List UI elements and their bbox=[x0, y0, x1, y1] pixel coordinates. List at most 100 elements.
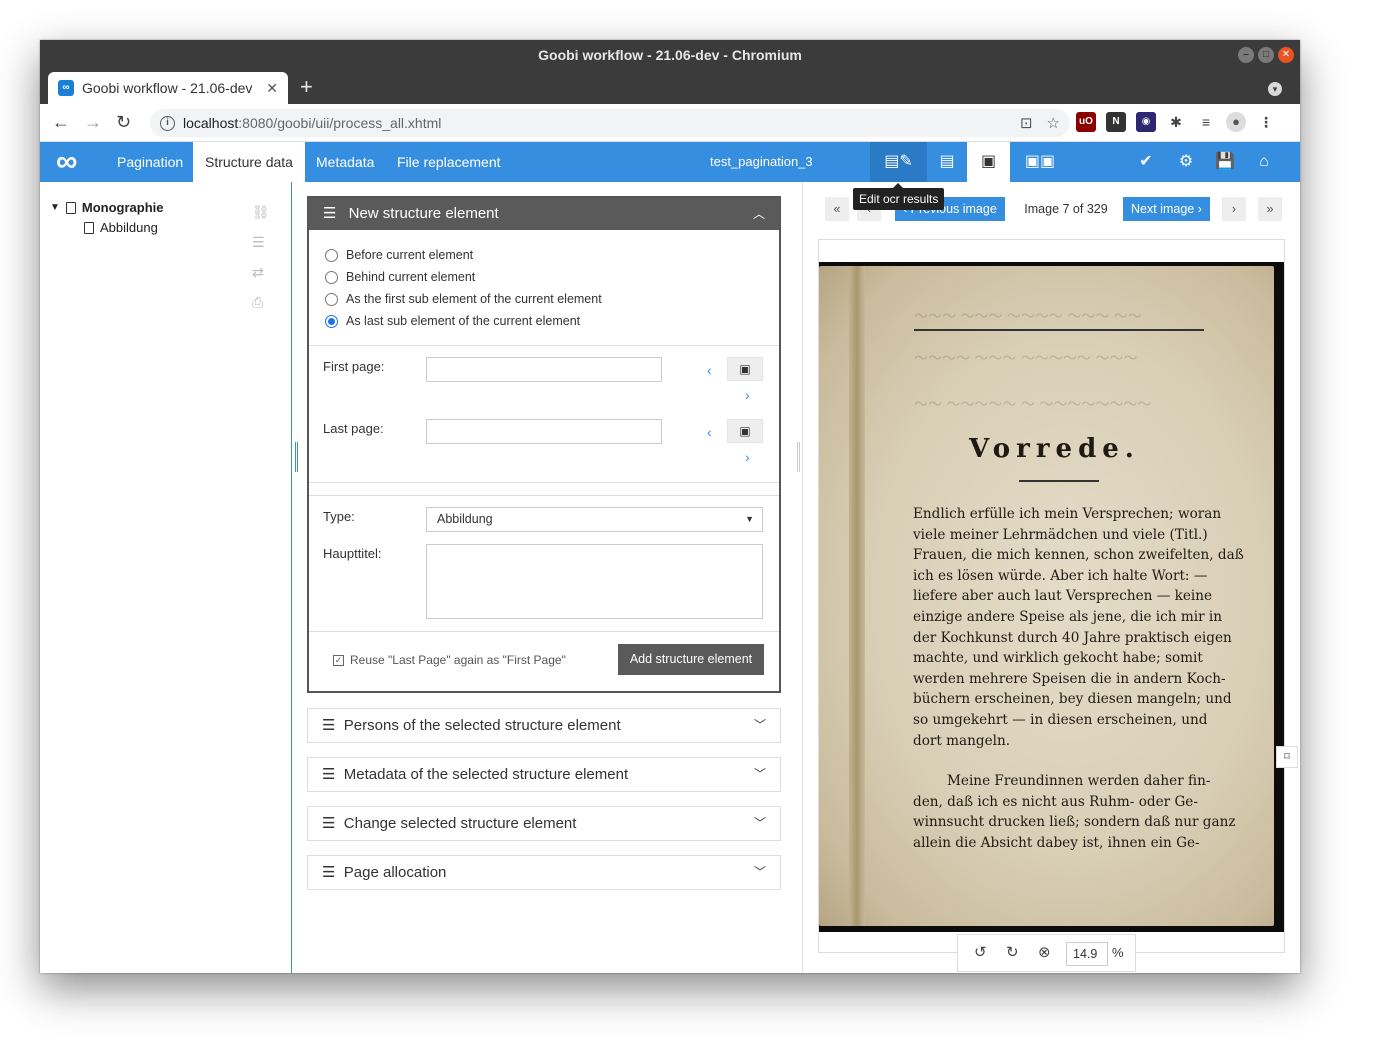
image-view-icon[interactable]: ▣ bbox=[967, 142, 1010, 182]
radio-button[interactable] bbox=[325, 248, 338, 262]
forward-icon[interactable]: → bbox=[84, 112, 102, 133]
edit-ocr-results-icon[interactable]: ▤✎ bbox=[870, 142, 927, 182]
page-allocation-box-header[interactable]: ☰ Page allocation ﹀ bbox=[308, 856, 780, 889]
first-page-next-icon[interactable]: › bbox=[745, 387, 750, 403]
haupttitel-textarea[interactable] bbox=[426, 544, 763, 619]
browser-toolbar: ← → ↻ i localhost:8080/goobi/uii/process… bbox=[40, 104, 1300, 142]
last-page-prev-icon[interactable]: ‹ bbox=[707, 424, 712, 440]
structure-edit-panel: ☰ New structure element ︿ Before current… bbox=[293, 182, 803, 973]
add-structure-element-button[interactable]: Add structure element bbox=[618, 644, 764, 675]
settings-gear-icon[interactable]: ⚙ bbox=[1168, 142, 1204, 182]
last-page-image-icon[interactable]: ▣ bbox=[727, 419, 763, 443]
radio-label: As the first sub element of the current … bbox=[346, 292, 602, 306]
last-page-next-icon[interactable]: › bbox=[745, 449, 750, 465]
save-icon[interactable]: 💾 bbox=[1207, 142, 1243, 182]
next-image-button[interactable]: Next image › bbox=[1123, 197, 1210, 221]
image-frame[interactable]: ～～～ ～～～ ～～～～ ～～～ ～～ ～～～～ ～～～ ～～～～～ ～～～ ～… bbox=[818, 239, 1285, 953]
change-structure-box-header[interactable]: ☰ Change selected structure element ﹀ bbox=[308, 807, 780, 840]
tab-pagination[interactable]: Pagination bbox=[105, 142, 195, 182]
radio-button[interactable] bbox=[325, 292, 338, 306]
bookmark-star-icon[interactable]: ☆ bbox=[1047, 114, 1060, 132]
rotate-left-icon[interactable]: ↺ bbox=[974, 943, 987, 961]
tree-node-label[interactable]: Abbildung bbox=[100, 220, 158, 235]
browser-tab[interactable]: ∞ Goobi workflow - 21.06-dev ✕ bbox=[48, 72, 288, 104]
first-page-prev-icon[interactable]: ‹ bbox=[707, 362, 712, 378]
zoom-input[interactable]: 14.9 bbox=[1066, 942, 1108, 966]
next-image-icon[interactable]: › bbox=[1222, 197, 1246, 221]
browser-menu-icon[interactable]: ⋮ bbox=[1256, 112, 1276, 132]
ocr-text-icon[interactable]: ▤ bbox=[927, 142, 967, 182]
swap-icon[interactable]: ⇄ bbox=[252, 264, 270, 281]
page-gutter bbox=[849, 266, 865, 926]
chevron-down-icon[interactable]: ﹀ bbox=[754, 807, 766, 840]
metadata-box[interactable]: ☰ Metadata of the selected structure ele… bbox=[307, 757, 781, 792]
new-extension-icon[interactable]: N bbox=[1106, 112, 1126, 132]
url-text[interactable]: localhost:8080/goobi/uii/process_all.xht… bbox=[183, 115, 441, 131]
puzzle-extensions-icon[interactable]: ✱ bbox=[1166, 112, 1186, 132]
eye-extension-icon[interactable]: ◉ bbox=[1136, 112, 1156, 132]
translate-icon[interactable]: ⊡ bbox=[1020, 114, 1033, 132]
last-page-input[interactable] bbox=[426, 419, 662, 444]
close-window-icon[interactable]: ✕ bbox=[1278, 47, 1294, 63]
tab-strip: ∞ Goobi workflow - 21.06-dev ✕ + ▾ bbox=[40, 70, 1300, 104]
radio-first-sub[interactable]: As the first sub element of the current … bbox=[325, 292, 602, 306]
media-controls-icon[interactable]: ≡ bbox=[1196, 112, 1216, 132]
radio-label: As last sub element of the current eleme… bbox=[346, 314, 581, 328]
radio-behind-current[interactable]: Behind current element bbox=[325, 270, 475, 284]
new-structure-header[interactable]: ☰ New structure element ︿ bbox=[309, 198, 779, 230]
goobi-logo-icon[interactable]: ∞ bbox=[56, 147, 78, 177]
site-info-icon[interactable]: i bbox=[160, 115, 175, 131]
tree-node-label[interactable]: Monographie bbox=[82, 200, 164, 215]
heading-ornament bbox=[1019, 480, 1099, 482]
tab-search-icon[interactable]: ▾ bbox=[1268, 82, 1282, 96]
address-bar[interactable]: i localhost:8080/goobi/uii/process_all.x… bbox=[150, 109, 1070, 137]
tree-node-child[interactable]: Abbildung bbox=[84, 220, 158, 235]
scanned-page-image[interactable]: ～～～ ～～～ ～～～～ ～～～ ～～ ～～～～ ～～～ ～～～～～ ～～～ ～… bbox=[819, 262, 1284, 932]
print-icon[interactable]: ⎙ bbox=[252, 294, 270, 311]
radio-button[interactable] bbox=[325, 270, 338, 284]
persons-box[interactable]: ☰ Persons of the selected structure elem… bbox=[307, 708, 781, 743]
tab-file-replacement[interactable]: File replacement bbox=[385, 142, 513, 182]
radio-last-sub[interactable]: As last sub element of the current eleme… bbox=[325, 314, 580, 328]
tab-close-icon[interactable]: ✕ bbox=[266, 80, 278, 97]
unlink-icon[interactable]: ⛓ bbox=[252, 204, 270, 221]
chevron-down-icon[interactable]: ﹀ bbox=[754, 758, 766, 791]
bookmark-icon[interactable]: ⌑ bbox=[1276, 746, 1298, 768]
profile-avatar-icon[interactable]: ● bbox=[1226, 112, 1246, 132]
metadata-box-header[interactable]: ☰ Metadata of the selected structure ele… bbox=[308, 758, 780, 791]
rotate-right-icon[interactable]: ↻ bbox=[1006, 943, 1019, 961]
persons-box-header[interactable]: ☰ Persons of the selected structure elem… bbox=[308, 709, 780, 742]
tab-metadata[interactable]: Metadata bbox=[304, 142, 386, 182]
type-select[interactable]: Abbildung ▼ bbox=[426, 507, 763, 532]
first-page-input[interactable] bbox=[426, 357, 662, 382]
chevron-down-icon[interactable]: ﹀ bbox=[754, 856, 766, 889]
page-line: Meine Freundinnen werden daher fin- bbox=[947, 773, 1211, 789]
minimize-icon[interactable]: – bbox=[1238, 47, 1254, 63]
radio-before-current[interactable]: Before current element bbox=[325, 248, 473, 262]
maximize-icon[interactable]: □ bbox=[1258, 47, 1274, 63]
ublock-extension-icon[interactable]: uO bbox=[1076, 112, 1096, 132]
first-image-icon[interactable]: « bbox=[825, 197, 849, 221]
expand-caret-icon[interactable]: ▼ bbox=[50, 202, 60, 213]
last-image-icon[interactable]: » bbox=[1258, 197, 1282, 221]
first-page-image-icon[interactable]: ▣ bbox=[727, 357, 763, 381]
change-structure-box[interactable]: ☰ Change selected structure element ﹀ bbox=[307, 806, 781, 841]
tree-node-root[interactable]: ▼ Monographie bbox=[50, 200, 164, 215]
radio-button[interactable] bbox=[325, 314, 338, 328]
home-icon[interactable]: ⌂ bbox=[1246, 142, 1282, 182]
checkbox-checked-icon[interactable]: ✓ bbox=[333, 654, 344, 666]
list-icon[interactable]: ☰ bbox=[252, 234, 270, 251]
reset-zoom-icon[interactable]: ⊗ bbox=[1038, 943, 1051, 961]
new-tab-icon[interactable]: + bbox=[300, 76, 313, 98]
document-icon bbox=[65, 201, 76, 214]
tab-structure-data[interactable]: Structure data bbox=[193, 142, 305, 182]
right-splitter-handle[interactable] bbox=[797, 442, 800, 472]
reload-icon[interactable]: ↻ bbox=[116, 112, 131, 133]
validate-check-icon[interactable]: ✔ bbox=[1128, 142, 1164, 182]
chevron-down-icon[interactable]: ﹀ bbox=[754, 709, 766, 742]
page-allocation-box[interactable]: ☰ Page allocation ﹀ bbox=[307, 855, 781, 890]
chevron-up-icon[interactable]: ︿ bbox=[753, 198, 765, 230]
back-icon[interactable]: ← bbox=[52, 112, 70, 133]
double-image-view-icon[interactable]: ▣▣ bbox=[1010, 142, 1070, 182]
reuse-last-page-checkbox-row[interactable]: ✓ Reuse "Last Page" again as "First Page… bbox=[333, 653, 566, 667]
